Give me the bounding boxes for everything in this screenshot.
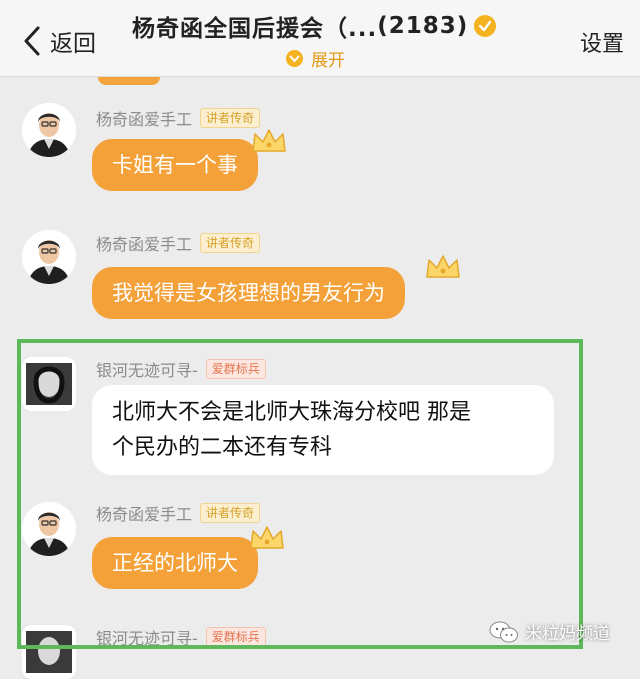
watermark-text: 米粒妈频道	[525, 624, 610, 644]
message-sender: 杨奇函爱手工 讲者传奇	[96, 503, 261, 524]
message-bubble[interactable]: 卡姐有一个事	[92, 139, 258, 191]
verified-badge-icon	[474, 15, 497, 37]
chat-message-list[interactable]: 杨奇函爱手工 讲者传奇 卡姐有一个事 杨奇函爱手工 讲者传奇 我觉得是女孩理想的…	[0, 77, 640, 679]
sender-title-badge: 讲者传奇	[200, 233, 261, 253]
message-sender: 杨奇函爱手工 讲者传奇	[96, 108, 261, 129]
crown-icon	[250, 526, 284, 549]
sender-title-badge: 讲者传奇	[200, 503, 261, 523]
expand-label: 展开	[311, 51, 345, 71]
message-bubble[interactable]: 北师大不会是北师大珠海分校吧 那是 个民办的二本还有专科	[92, 385, 554, 475]
watermark: 米粒妈频道	[489, 619, 610, 644]
message-bubble[interactable]: 正经的北师大	[92, 537, 258, 589]
wechat-icon	[489, 621, 518, 642]
back-button[interactable]: 返回	[18, 24, 96, 58]
back-label: 返回	[50, 31, 96, 57]
message-bubble[interactable]: 我觉得是女孩理想的男友行为	[92, 267, 405, 319]
profile-photo-icon	[22, 357, 76, 411]
message-sender: 银河无迹可寻- 爱群标兵	[96, 359, 266, 380]
settings-button[interactable]: 设置	[580, 26, 624, 58]
person-avatar-icon	[22, 230, 76, 284]
sender-title-badge: 讲者传奇	[200, 108, 261, 128]
crown-icon	[252, 129, 286, 152]
avatar[interactable]	[22, 625, 76, 679]
sender-title-badge: 爱群标兵	[205, 627, 266, 647]
sender-name: 杨奇函爱手工	[96, 235, 193, 254]
member-count: (2183)	[377, 13, 469, 39]
profile-photo-icon	[22, 625, 76, 679]
expand-button[interactable]: 展开	[286, 46, 345, 71]
avatar[interactable]	[22, 103, 76, 157]
sender-name: 杨奇函爱手工	[96, 110, 193, 129]
person-avatar-icon	[22, 502, 76, 556]
crown-icon	[426, 255, 460, 278]
chevron-down-icon	[286, 50, 303, 67]
sender-name: 银河无迹可寻-	[96, 629, 198, 648]
chat-header: 返回 杨奇函全国后援会（... (2183) 展开 设置	[0, 0, 640, 77]
message-line: 北师大不会是北师大珠海分校吧 那是	[112, 400, 471, 425]
avatar[interactable]	[22, 230, 76, 284]
group-name: 杨奇函全国后援会（...	[132, 16, 378, 42]
avatar[interactable]	[22, 357, 76, 411]
chevron-left-icon	[24, 26, 40, 56]
message-sender: 银河无迹可寻- 爱群标兵	[96, 627, 266, 648]
person-avatar-icon	[22, 103, 76, 157]
sender-title-badge: 爱群标兵	[205, 359, 266, 379]
avatar[interactable]	[22, 502, 76, 556]
message-line: 个民办的二本还有专科	[112, 435, 333, 460]
sender-name: 银河无迹可寻-	[96, 361, 198, 380]
sender-name: 杨奇函爱手工	[96, 505, 193, 524]
group-title[interactable]: 杨奇函全国后援会（... (2183)	[132, 10, 497, 42]
previous-bubble-edge	[98, 77, 160, 85]
message-sender: 杨奇函爱手工 讲者传奇	[96, 233, 261, 254]
